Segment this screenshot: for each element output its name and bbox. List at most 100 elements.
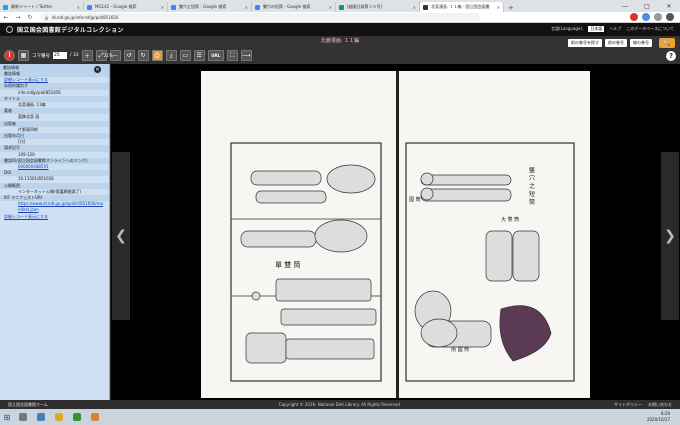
tab-close-icon[interactable]: ✕ [497,5,500,10]
koma-number-input[interactable]: 25 [53,52,67,59]
browser-tab[interactable]: 雙穴の短筒 - Google 検索 ✕ [252,2,336,12]
tab-close-icon[interactable]: ✕ [245,5,248,10]
minimize-button[interactable]: — [614,0,636,12]
search-icon[interactable]: 🔍 [659,38,675,48]
tab-favicon-icon [87,4,92,10]
image-viewer: ❮ ❯ 單 雙 筒 雙 穴 之 短 筒 大 雙 筒 國 筒 南 國 筒 [111,64,680,400]
rotate-left-icon[interactable]: ↺ [123,50,135,61]
browser-tab[interactable]: 雙穴之短筒 - Google 検索 ✕ [168,2,252,12]
edge-taskbar-icon[interactable] [37,413,45,421]
forward-icon[interactable]: → [12,14,24,21]
close-icon[interactable]: ✕ [94,66,101,73]
tab-close-icon[interactable]: ✕ [161,5,164,10]
metadata-list: 書誌情報 詳細レコード表示にする 永続的識別子 info:ndljp/pid/8516… [0,71,109,220]
book-spine [396,71,399,398]
panel-header: 書誌情報 [0,64,109,71]
tab-title: 雙穴之短筒 - Google 検索 [179,4,227,9]
app-taskbar-icon[interactable] [91,413,99,421]
book-page-spread: 單 雙 筒 雙 穴 之 短 筒 大 雙 筒 國 筒 南 國 筒 [201,71,590,398]
arrow-right-icon[interactable]: ⟶ [240,50,252,61]
prev-issue-button[interactable]: 前の巻号 [605,39,627,47]
language-select[interactable]: 日本語 [588,26,605,32]
bibliographic-panel: 書誌情報 ✕ 書誌情報 詳細レコード表示にする 永続的識別子 info:ndljp/p… [0,64,110,400]
tab-close-icon[interactable]: ✕ [413,5,416,10]
back-icon[interactable]: ← [0,14,12,21]
header-right: 言語(Language): 日本語 ヘルプ このデータベースについて [551,26,674,32]
browser-tab[interactable]: MG142 - Google 検索 ✕ [84,2,168,12]
extension-icon[interactable] [642,13,650,21]
tab-close-icon[interactable]: ✕ [329,5,332,10]
address-bar-row: ← → ↻ 🔒 dl.ndl.go.jp/info:ndljp/pid/8516… [0,12,680,23]
viewer-toolbar: 北亜漫画. １１編 i ▦ コマ番号 25 / 33 ＋ ⤢ － ↺ ↻ ⎙ ⤓… [0,36,680,64]
clock-date: 2020/10/27 [646,416,670,422]
site-header: 国立国会図書館デジタルコレクション 言語(Language): 日本語 ヘルプ … [0,23,680,36]
fullscreen-icon[interactable]: ⛶ [226,50,238,61]
metadata-link[interactable]: 詳細レコード表示にする [0,214,109,220]
system-clock[interactable]: 8:29 2020/10/27 [647,411,670,422]
browser-tab-bar: 最新ツイート / Twitter ✕ MG142 - Google 検索 ✕ 雙穴之短筒… [0,0,680,12]
toolbar-buttons: i ▦ コマ番号 25 / 33 ＋ ⤢ － ↺ ↻ ⎙ ⤓ ▭ ☰ URL ⛶… [4,50,252,61]
info-button[interactable]: i [4,50,15,61]
url-text: dl.ndl.go.jp/info:ndljp/pid/851656 [51,14,119,20]
right-page-label-4: 南 國 筒 [451,346,469,353]
prev-page-arrow[interactable]: ❮ [112,152,130,320]
chrome-taskbar-icon[interactable] [73,413,81,421]
tab-title: 雙穴の短筒 - Google 検索 [263,4,311,9]
close-window-button[interactable]: ✕ [658,0,680,12]
tab-title: 最新ツイート / Twitter [11,4,53,9]
footer-links: サイトポリシー お問い合わせ [614,402,672,408]
tab-title: [越國日録第３０号] [347,4,383,9]
zoom-in-icon[interactable]: ＋ [81,50,93,61]
ndl-logo-icon [6,26,13,33]
help-link[interactable]: ヘルプ [609,26,621,32]
language-label: 言語(Language): [551,26,584,31]
next-issue-button[interactable]: 後の巻号 [630,39,652,47]
extension-icon[interactable] [654,13,662,21]
right-page-label-3: 國 筒 [409,196,421,203]
contact-link[interactable]: お問い合わせ [648,402,672,408]
extension-icon[interactable] [630,13,638,21]
tab-title: MG142 - Google 検索 [95,4,137,9]
right-page-label-2: 大 雙 筒 [501,216,519,223]
windows-start-icon[interactable]: ⊞ [0,409,14,425]
extensions-area [630,13,674,21]
help-button[interactable]: ? [666,51,676,61]
copyright-text: Copyright © 2016- National Diet Library.… [278,402,402,407]
lock-icon: 🔒 [44,14,49,20]
maximize-button[interactable]: □ [636,0,658,12]
search-taskbar-icon[interactable] [19,413,27,421]
menu-icon[interactable] [666,13,674,21]
site-policy-link[interactable]: サイトポリシー [614,402,642,408]
tab-favicon-icon [3,4,8,10]
url-button[interactable]: URL [207,50,224,61]
about-link[interactable]: このデータベースについて [626,26,674,32]
zoom-percent: 21% [104,53,113,58]
download-icon[interactable]: ⤓ [165,50,177,61]
tab-favicon-icon [339,4,344,10]
print-icon[interactable]: ⎙ [151,50,163,61]
browser-tab[interactable]: [越國日録第３０号] ✕ [336,2,420,12]
page-footer: 国立国会図書館ホーム Copyright © 2016- National Di… [0,400,680,409]
browser-tab[interactable]: 最新ツイート / Twitter ✕ [0,2,84,12]
site-title[interactable]: 国立国会図書館デジタルコレクション [17,25,124,34]
tab-favicon-icon [255,4,260,10]
thumbnail-grid-button[interactable]: ▦ [18,50,29,61]
next-page-arrow[interactable]: ❯ [661,152,679,320]
ndl-home-link[interactable]: 国立国会図書館ホーム [8,402,48,408]
volume-nav: 前の巻号を探す 前の巻号 後の巻号 [568,39,652,47]
tab-close-icon[interactable]: ✕ [77,5,80,10]
rotate-right-icon[interactable]: ↻ [137,50,149,61]
single-page-icon[interactable]: ▭ [179,50,191,61]
tab-favicon-icon [423,4,428,10]
explorer-taskbar-icon[interactable] [55,413,63,421]
window-controls: — □ ✕ [614,0,680,12]
new-tab-button[interactable]: + [508,4,514,12]
left-page-label: 單 雙 筒 [275,260,300,269]
browser-tab[interactable]: 北亜漫画. １１編 - 国立国会図書 ✕ [420,2,504,12]
list-icon[interactable]: ☰ [193,50,205,61]
url-field[interactable]: 🔒 dl.ndl.go.jp/info:ndljp/pid/851656 [40,13,480,21]
os-taskbar: ⊞ 8:29 2020/10/27 [0,409,680,425]
reload-icon[interactable]: ↻ [24,14,36,21]
prev-volume-button[interactable]: 前の巻号を探す [568,39,602,47]
koma-label: コマ番号 [32,53,50,59]
